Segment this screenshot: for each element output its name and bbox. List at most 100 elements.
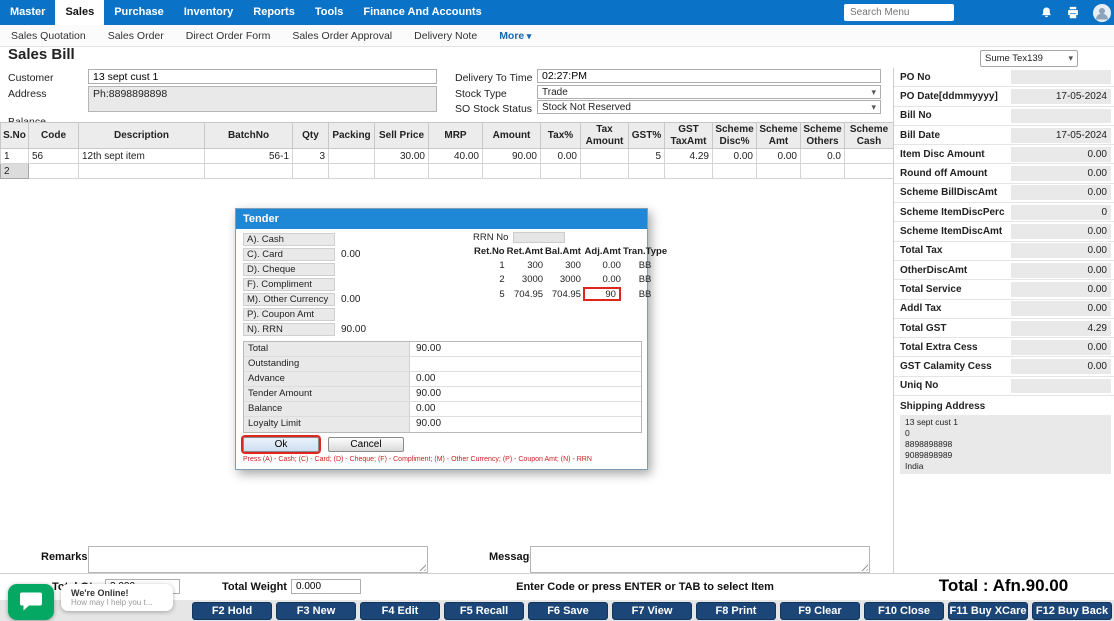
- item-cell[interactable]: 56-1: [205, 149, 293, 164]
- bill-field-value[interactable]: 0.00: [1011, 166, 1111, 181]
- bill-field-value[interactable]: [1011, 70, 1111, 84]
- fkey-button[interactable]: F8 Print: [696, 602, 776, 620]
- fkey-button[interactable]: F2 Hold: [192, 602, 272, 620]
- item-cell[interactable]: [79, 164, 205, 179]
- ok-button[interactable]: Ok: [243, 437, 319, 452]
- subnav-item[interactable]: Sales Quotation: [0, 30, 97, 42]
- item-cell[interactable]: 56: [29, 149, 79, 164]
- bill-field-value[interactable]: 4.29: [1011, 321, 1111, 336]
- bill-field-value[interactable]: 0.00: [1011, 340, 1111, 355]
- fkey-button[interactable]: F10 Close: [864, 602, 944, 620]
- item-cell[interactable]: [541, 164, 581, 179]
- rrn-adj-amt-input[interactable]: 0.00: [591, 274, 621, 285]
- fkey-button[interactable]: F7 View: [612, 602, 692, 620]
- subnav-item[interactable]: More: [488, 30, 542, 42]
- remarks-textarea[interactable]: [89, 547, 427, 572]
- item-cell[interactable]: [713, 164, 757, 179]
- subnav-item[interactable]: Direct Order Form: [175, 30, 282, 42]
- bill-field-value[interactable]: 0.00: [1011, 282, 1111, 297]
- remarks-field[interactable]: [88, 546, 428, 573]
- fkey-button[interactable]: F4 Edit: [360, 602, 440, 620]
- shipping-address-box[interactable]: 13 sept cust 1088988988989089898989India: [900, 415, 1111, 474]
- menu-item[interactable]: Purchase: [104, 0, 174, 25]
- item-cell[interactable]: [29, 164, 79, 179]
- menu-item[interactable]: Sales: [55, 0, 104, 25]
- subnav-item[interactable]: Sales Order: [97, 30, 175, 42]
- address-box[interactable]: Ph:8898898898: [88, 86, 437, 112]
- fkey-button[interactable]: F11 Buy XCare: [948, 602, 1028, 620]
- item-cell[interactable]: 3: [293, 149, 329, 164]
- tender-option-value[interactable]: 0.00: [341, 249, 360, 260]
- item-cell[interactable]: [665, 164, 713, 179]
- total-weight-input[interactable]: [291, 579, 361, 594]
- delivery-to-time-input[interactable]: [537, 69, 881, 83]
- item-cell[interactable]: [801, 164, 845, 179]
- fkey-button[interactable]: F12 Buy Back: [1032, 602, 1112, 620]
- bill-field-value[interactable]: 0: [1011, 205, 1111, 220]
- bill-field-value[interactable]: 0.00: [1011, 301, 1111, 316]
- subnav-item[interactable]: Sales Order Approval: [281, 30, 403, 42]
- message-field[interactable]: [530, 546, 870, 573]
- rrn-adj-amt-input[interactable]: 90: [583, 287, 621, 301]
- tender-option-value[interactable]: 90.00: [341, 324, 366, 335]
- item-cell[interactable]: [329, 149, 375, 164]
- chat-bubble-icon[interactable]: [8, 584, 54, 620]
- item-cell[interactable]: 0.0: [801, 149, 845, 164]
- menu-item[interactable]: Inventory: [174, 0, 244, 25]
- bill-field-value[interactable]: 17-05-2024: [1011, 128, 1111, 143]
- location-select[interactable]: Sume Tex139 ▾: [980, 50, 1078, 67]
- bill-field-value[interactable]: 17-05-2024: [1011, 89, 1111, 104]
- item-cell[interactable]: 90.00: [483, 149, 541, 164]
- so-stock-status-select[interactable]: Stock Not Reserved ▾: [537, 100, 881, 114]
- rrn-no-input[interactable]: [513, 232, 565, 243]
- menu-item[interactable]: Reports: [243, 0, 305, 25]
- bill-field-value[interactable]: 0.00: [1011, 243, 1111, 258]
- menu-search-input[interactable]: [844, 4, 954, 21]
- customer-input[interactable]: [88, 69, 437, 84]
- user-avatar[interactable]: [1093, 4, 1111, 22]
- fkey-button[interactable]: F9 Clear: [780, 602, 860, 620]
- item-cell[interactable]: 5: [629, 149, 665, 164]
- print-icon[interactable]: [1066, 6, 1080, 19]
- tender-option-value[interactable]: 0.00: [341, 294, 360, 305]
- item-cell[interactable]: [375, 164, 429, 179]
- item-cell[interactable]: 0.00: [713, 149, 757, 164]
- bill-field-value[interactable]: [1011, 109, 1111, 123]
- rrn-adj-amt-input[interactable]: 0.00: [591, 260, 621, 271]
- item-cell[interactable]: [581, 164, 629, 179]
- fkey-button[interactable]: F3 New: [276, 602, 356, 620]
- fkey-button[interactable]: F6 Save: [528, 602, 608, 620]
- item-cell[interactable]: 2: [1, 164, 29, 179]
- item-cell[interactable]: [205, 164, 293, 179]
- item-cell[interactable]: [329, 164, 375, 179]
- item-cell[interactable]: 0.00: [541, 149, 581, 164]
- item-cell[interactable]: 4.29: [665, 149, 713, 164]
- item-cell[interactable]: 12th sept item: [79, 149, 205, 164]
- bill-field-value[interactable]: 0.00: [1011, 224, 1111, 239]
- bill-field-value[interactable]: 0.00: [1011, 147, 1111, 162]
- item-cell[interactable]: 30.00: [375, 149, 429, 164]
- item-cell[interactable]: [845, 164, 894, 179]
- notifications-bell-icon[interactable]: [1040, 6, 1053, 20]
- item-cell[interactable]: [293, 164, 329, 179]
- item-cell[interactable]: [845, 149, 894, 164]
- bill-field-value[interactable]: [1011, 379, 1111, 393]
- item-cell[interactable]: [629, 164, 665, 179]
- menu-item[interactable]: Master: [0, 0, 55, 25]
- cancel-button[interactable]: Cancel: [328, 437, 404, 452]
- item-cell[interactable]: [429, 164, 483, 179]
- bill-field-value[interactable]: 0.00: [1011, 185, 1111, 200]
- item-cell[interactable]: [757, 164, 801, 179]
- item-cell[interactable]: [483, 164, 541, 179]
- bill-field-value[interactable]: 0.00: [1011, 359, 1111, 374]
- message-textarea[interactable]: [531, 547, 869, 572]
- item-cell[interactable]: [581, 149, 629, 164]
- item-cell[interactable]: 1: [1, 149, 29, 164]
- item-cell[interactable]: 40.00: [429, 149, 483, 164]
- chat-status-card[interactable]: We're Online! How may I help you t...: [61, 584, 173, 611]
- bill-field-value[interactable]: 0.00: [1011, 263, 1111, 278]
- item-cell[interactable]: 0.00: [757, 149, 801, 164]
- fkey-button[interactable]: F5 Recall: [444, 602, 524, 620]
- subnav-item[interactable]: Delivery Note: [403, 30, 488, 42]
- menu-item[interactable]: Tools: [305, 0, 354, 25]
